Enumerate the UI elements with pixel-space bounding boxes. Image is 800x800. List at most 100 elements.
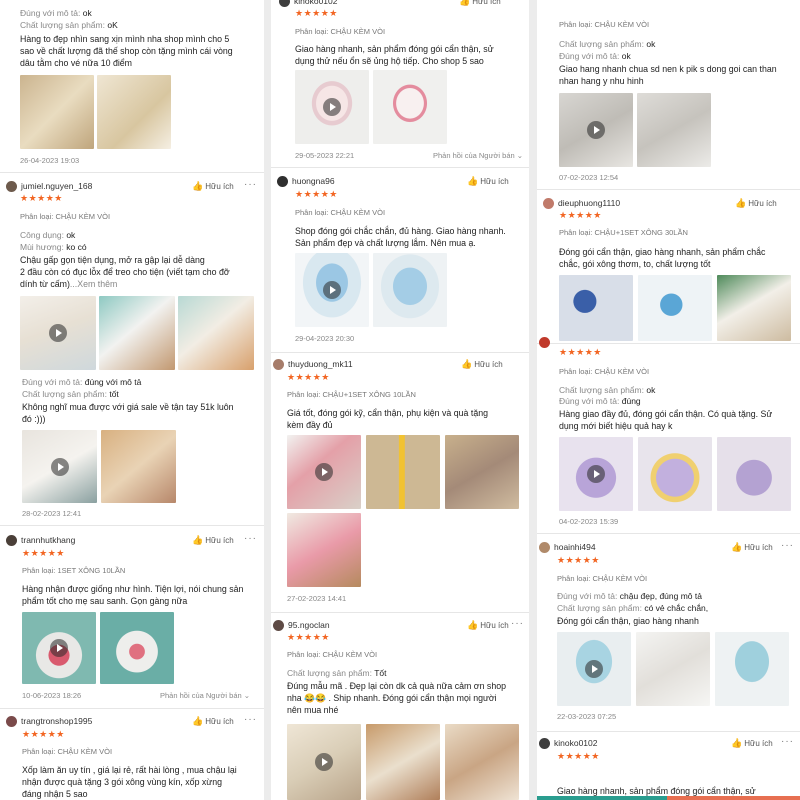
divider xyxy=(537,343,800,344)
review-video[interactable] xyxy=(20,296,96,370)
play-icon xyxy=(323,281,341,299)
attr-value: ok xyxy=(646,39,656,49)
username[interactable]: dieuphuong1110 xyxy=(558,198,620,208)
rating-stars: ★★★★★ xyxy=(559,347,602,357)
variant-label: Phân loại: CHẬU KÈM VÒI xyxy=(287,650,378,659)
thumbs-up-icon: 👍 xyxy=(192,535,204,545)
divider xyxy=(0,708,264,709)
username[interactable]: kinoko0102 xyxy=(294,0,337,6)
review-photo[interactable] xyxy=(637,93,711,167)
review-photo[interactable] xyxy=(717,275,791,341)
review-photo[interactable] xyxy=(366,724,440,800)
avatar[interactable] xyxy=(539,337,550,348)
more-options-icon[interactable]: ··· xyxy=(244,714,257,725)
seller-reply-toggle[interactable]: Phản hồi của Người bán ⌄ xyxy=(433,151,523,160)
seller-reply-toggle[interactable]: Phản hồi của Người bán ⌄ xyxy=(160,691,250,700)
bottom-accent-bar xyxy=(667,796,800,800)
review-photo[interactable] xyxy=(178,296,254,370)
username[interactable]: huongna96 xyxy=(292,176,335,186)
review-photo[interactable] xyxy=(101,430,176,503)
avatar[interactable] xyxy=(273,619,284,631)
attr-label: Chất lượng sản phẩm: xyxy=(557,603,645,613)
review-text: Đóng gói cẩn thận, giao hàng nhanh xyxy=(557,616,699,626)
attr-label: Công dụng: xyxy=(20,230,67,240)
review-video[interactable] xyxy=(295,70,369,144)
review-photo[interactable] xyxy=(559,275,633,341)
review-text: Shop đóng gói chắc chắn, đủ hàng. Giao h… xyxy=(295,226,506,248)
helpful-button[interactable]: 👍 Hữu ích xyxy=(461,359,503,370)
review-photo[interactable] xyxy=(445,435,519,509)
review-video[interactable] xyxy=(22,612,96,684)
review-video[interactable] xyxy=(559,437,633,511)
review-video[interactable] xyxy=(287,435,361,509)
username[interactable]: thuyduong_mk11 xyxy=(288,359,353,369)
avatar[interactable] xyxy=(279,0,290,7)
more-options-icon[interactable]: ··· xyxy=(511,618,524,629)
avatar[interactable] xyxy=(539,737,550,749)
review-text: Hàng giao đầy đủ, đóng gói cẩn thận. Có … xyxy=(559,409,773,431)
review-date: 29-05-2023 22:21 xyxy=(295,151,355,160)
review-photo[interactable] xyxy=(638,437,712,511)
review-photo[interactable] xyxy=(366,435,440,509)
review-video[interactable] xyxy=(557,632,631,706)
review-video[interactable] xyxy=(22,430,97,503)
avatar[interactable] xyxy=(6,180,17,192)
review-video[interactable] xyxy=(559,93,633,167)
avatar[interactable] xyxy=(273,358,284,370)
helpful-button[interactable]: 👍 Hữu ích xyxy=(192,535,234,546)
review-date: 07-02-2023 12:54 xyxy=(559,173,619,182)
attr-label: Đúng với mô tả: xyxy=(20,8,83,18)
more-options-icon[interactable]: ··· xyxy=(244,179,257,190)
attr-value: ok xyxy=(82,8,92,18)
review-photo[interactable] xyxy=(99,296,175,370)
review-photo[interactable] xyxy=(373,70,447,144)
review-date: 27-02-2023 14:41 xyxy=(287,594,347,603)
review-photo[interactable] xyxy=(97,75,171,149)
attr-value: ko có xyxy=(66,242,87,252)
avatar[interactable] xyxy=(543,197,554,209)
review-photo[interactable] xyxy=(445,724,519,800)
variant-label: Phân loại: CHẬU KÈM VÒI xyxy=(20,212,111,221)
review-photo[interactable] xyxy=(717,437,791,511)
helpful-button[interactable]: 👍 Hữu ích xyxy=(192,716,234,727)
attr-label: Chất lượng sản phẩm: xyxy=(559,385,647,395)
thumbs-up-icon: 👍 xyxy=(192,716,204,726)
more-options-icon[interactable]: ··· xyxy=(781,736,794,747)
rating-stars: ★★★★★ xyxy=(287,632,330,642)
helpful-button[interactable]: 👍 Hữu ích xyxy=(467,176,509,187)
play-icon xyxy=(315,753,333,771)
review-photo[interactable] xyxy=(638,275,712,341)
username[interactable]: 95.ngoclan xyxy=(288,620,330,630)
review-photo[interactable] xyxy=(636,632,710,706)
avatar[interactable] xyxy=(539,541,550,553)
helpful-button[interactable]: 👍 Hữu ích xyxy=(192,181,234,192)
username[interactable]: trannhutkhang xyxy=(21,535,75,545)
see-more-link[interactable]: ...Xem thêm xyxy=(70,279,117,289)
helpful-button[interactable]: 👍 Hữu ích xyxy=(735,198,777,209)
rating-stars: ★★★★★ xyxy=(20,193,63,203)
thumbs-up-icon: 👍 xyxy=(731,542,743,552)
username[interactable]: hoainhi494 xyxy=(554,542,596,552)
review-photo[interactable] xyxy=(20,75,94,149)
helpful-button[interactable]: 👍 Hữu ích xyxy=(731,738,773,749)
review-date: 10-06-2023 18:26 xyxy=(22,691,82,700)
avatar[interactable] xyxy=(6,534,17,546)
attr-label: Chất lượng sản phẩm: xyxy=(20,20,108,30)
review-video[interactable] xyxy=(287,724,361,800)
review-photo[interactable] xyxy=(100,612,174,684)
more-options-icon[interactable]: ··· xyxy=(781,540,794,551)
more-options-icon[interactable]: ··· xyxy=(244,533,257,544)
username[interactable]: jumiel.nguyen_168 xyxy=(21,181,92,191)
attr-value: đúng với mô tả xyxy=(84,377,142,387)
review-photo[interactable] xyxy=(373,253,447,327)
review-photo[interactable] xyxy=(287,513,361,587)
avatar[interactable] xyxy=(6,715,17,727)
username[interactable]: kinoko0102 xyxy=(554,738,597,748)
helpful-button[interactable]: 👍 Hữu ích xyxy=(731,542,773,553)
review-photo[interactable] xyxy=(715,632,789,706)
review-video[interactable] xyxy=(295,253,369,327)
avatar[interactable] xyxy=(277,175,288,187)
helpful-button[interactable]: 👍 Hữu ích xyxy=(467,620,509,631)
username[interactable]: trangtronshop1995 xyxy=(21,716,92,726)
helpful-button[interactable]: 👍 Hữu ích xyxy=(459,0,501,7)
